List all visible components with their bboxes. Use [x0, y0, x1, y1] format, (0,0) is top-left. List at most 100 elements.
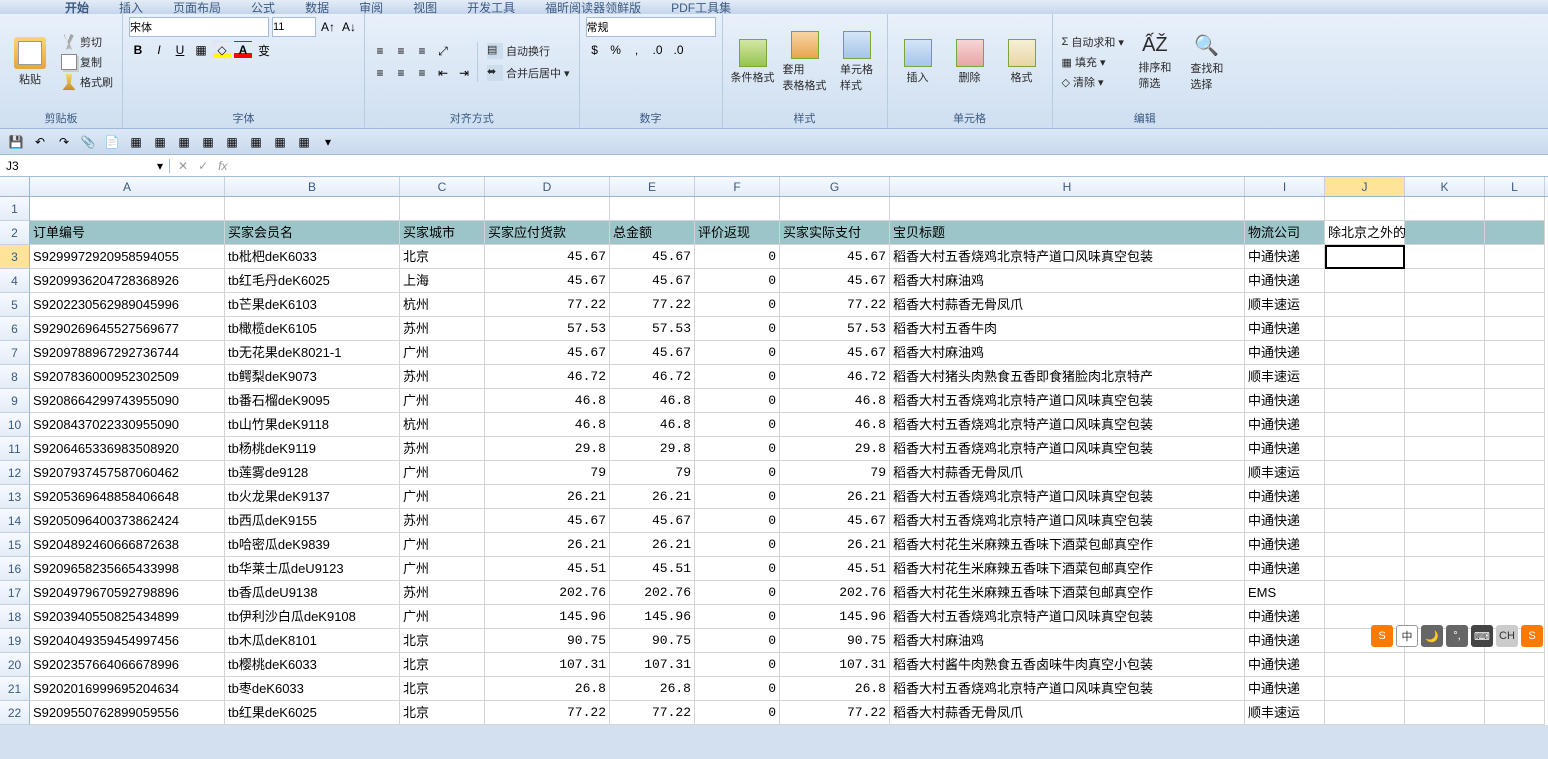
cell[interactable]: S9204049359454997456	[30, 629, 225, 653]
cell[interactable]	[1485, 509, 1545, 533]
cell[interactable]: 26.8	[485, 677, 610, 701]
cell[interactable]: 稻香大村麻油鸡	[890, 269, 1245, 293]
cell[interactable]	[1245, 197, 1325, 221]
cell[interactable]: 苏州	[400, 509, 485, 533]
cell[interactable]: tb西瓜deK9155	[225, 509, 400, 533]
cell[interactable]: 稻香大村五香烧鸡北京特产道口风味真空包装	[890, 485, 1245, 509]
font-name-input[interactable]	[129, 17, 269, 37]
cell[interactable]: S9204979670592798896	[30, 581, 225, 605]
cell[interactable]	[1485, 197, 1545, 221]
cell-styles-button[interactable]: 单元格 样式	[833, 27, 881, 97]
cell[interactable]: 45.51	[610, 557, 695, 581]
row-header[interactable]: 12	[0, 461, 30, 485]
cell[interactable]	[225, 197, 400, 221]
cell[interactable]: 广州	[400, 341, 485, 365]
cell[interactable]: 0	[695, 533, 780, 557]
cell[interactable]	[1485, 461, 1545, 485]
header-cell[interactable]: 买家会员名	[225, 221, 400, 245]
row-header[interactable]: 1	[0, 197, 30, 221]
cell[interactable]	[1405, 341, 1485, 365]
cell[interactable]: 杭州	[400, 293, 485, 317]
cell[interactable]: S9205369648858406648	[30, 485, 225, 509]
cell[interactable]: 45.67	[485, 245, 610, 269]
cell[interactable]	[1485, 701, 1545, 725]
cell[interactable]: 45.67	[780, 341, 890, 365]
col-header-J[interactable]: J	[1325, 177, 1405, 196]
cell[interactable]: 0	[695, 269, 780, 293]
col-header-E[interactable]: E	[610, 177, 695, 196]
cell[interactable]: S9208437022330955090	[30, 413, 225, 437]
cell[interactable]: 杭州	[400, 413, 485, 437]
cell[interactable]: 顺丰速运	[1245, 701, 1325, 725]
cell[interactable]	[1405, 509, 1485, 533]
row-header[interactable]: 21	[0, 677, 30, 701]
col-header-H[interactable]: H	[890, 177, 1245, 196]
align-bottom-button[interactable]: ≡	[413, 42, 431, 60]
cell[interactable]: tb橄榄deK6105	[225, 317, 400, 341]
indent-dec-button[interactable]: ⇤	[434, 64, 452, 82]
inc-decimal-button[interactable]: .0	[649, 41, 667, 59]
currency-button[interactable]: $	[586, 41, 604, 59]
cell[interactable]: 77.22	[485, 701, 610, 725]
cell[interactable]	[1405, 581, 1485, 605]
row-header[interactable]: 5	[0, 293, 30, 317]
cell[interactable]: 202.76	[610, 581, 695, 605]
cell[interactable]: 中通快递	[1245, 509, 1325, 533]
cell[interactable]: 77.22	[780, 701, 890, 725]
cell[interactable]: tb华莱士瓜deU9123	[225, 557, 400, 581]
header-cell[interactable]: 宝贝标题	[890, 221, 1245, 245]
fill-button[interactable]: ▦ 填充 ▾	[1059, 53, 1127, 71]
col-header-F[interactable]: F	[695, 177, 780, 196]
header-cell[interactable]: 订单编号	[30, 221, 225, 245]
cell[interactable]: 顺丰速运	[1245, 365, 1325, 389]
cell[interactable]	[30, 197, 225, 221]
save-button[interactable]: 💾	[6, 132, 26, 152]
cell[interactable]	[1405, 365, 1485, 389]
cell[interactable]: S9209788967292736744	[30, 341, 225, 365]
cell[interactable]	[1325, 437, 1405, 461]
cell[interactable]: 稻香大村花生米麻辣五香味下酒菜包邮真空作	[890, 557, 1245, 581]
cell[interactable]: 稻香大村五香烧鸡北京特产道口风味真空包装	[890, 245, 1245, 269]
qat-btn[interactable]: 📎	[78, 132, 98, 152]
cell[interactable]: 顺丰速运	[1245, 293, 1325, 317]
comma-button[interactable]: ,	[628, 41, 646, 59]
cell[interactable]: S9207836000952302509	[30, 365, 225, 389]
cell[interactable]	[1325, 533, 1405, 557]
header-cell[interactable]: 总金额	[610, 221, 695, 245]
cell[interactable]: 0	[695, 437, 780, 461]
cell[interactable]: 202.76	[485, 581, 610, 605]
orientation-button[interactable]: ⤢	[434, 42, 452, 60]
cell[interactable]	[1405, 653, 1485, 677]
row-header[interactable]: 4	[0, 269, 30, 293]
cell[interactable]: 0	[695, 461, 780, 485]
cell[interactable]: 0	[695, 317, 780, 341]
cell[interactable]: 26.21	[610, 485, 695, 509]
qat-btn[interactable]: ▦	[198, 132, 218, 152]
cell[interactable]: 45.67	[610, 509, 695, 533]
cell[interactable]: 苏州	[400, 581, 485, 605]
col-header-K[interactable]: K	[1405, 177, 1485, 196]
cell[interactable]: 79	[610, 461, 695, 485]
cell[interactable]	[1485, 677, 1545, 701]
cell[interactable]	[780, 197, 890, 221]
cell[interactable]: 0	[695, 341, 780, 365]
cell[interactable]	[1405, 557, 1485, 581]
cell[interactable]	[1485, 485, 1545, 509]
cell[interactable]: 广州	[400, 605, 485, 629]
cell[interactable]: 45.67	[780, 269, 890, 293]
cell[interactable]: 稻香大村五香烧鸡北京特产道口风味真空包装	[890, 509, 1245, 533]
cell[interactable]: S9202230562989045996	[30, 293, 225, 317]
ime-lang[interactable]: 中	[1396, 625, 1418, 647]
cancel-icon[interactable]: ✕	[178, 159, 188, 173]
cell[interactable]: 45.67	[485, 509, 610, 533]
cell[interactable]: S9202357664066678996	[30, 653, 225, 677]
cell[interactable]: S9209550762899059556	[30, 701, 225, 725]
row-header[interactable]: 14	[0, 509, 30, 533]
cell[interactable]: tb番石榴deK9095	[225, 389, 400, 413]
cell[interactable]: 北京	[400, 245, 485, 269]
cell[interactable]: 77.22	[610, 701, 695, 725]
cell[interactable]: 0	[695, 677, 780, 701]
cell[interactable]: 中通快递	[1245, 269, 1325, 293]
cell[interactable]: 107.31	[780, 653, 890, 677]
percent-button[interactable]: %	[607, 41, 625, 59]
